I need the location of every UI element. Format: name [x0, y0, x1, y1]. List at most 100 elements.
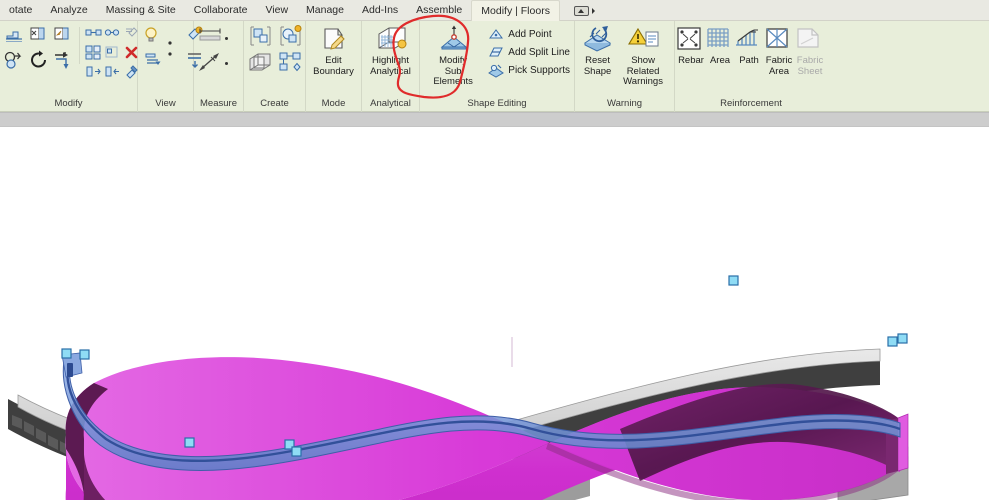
paste-icon[interactable]	[4, 25, 26, 47]
temporary-hide-isolate-icon[interactable]	[142, 49, 164, 71]
cut-icon[interactable]	[28, 25, 50, 47]
ribbon-panel-shape-editing: Modify Sub Elements Add Point Add Split …	[420, 21, 575, 112]
measure2-dropdown-dot	[225, 61, 228, 65]
grip-point	[728, 275, 739, 286]
ribbon-panel-view: View	[138, 21, 203, 112]
show-related-warnings-button[interactable]: Show Related Warnings	[616, 24, 670, 88]
revit-window: otate Analyze Massing & Site Collaborate Vie…	[0, 0, 989, 500]
ribbon-tab-collaborate[interactable]: Collaborate	[185, 1, 257, 21]
hide-element-icon[interactable]	[142, 25, 164, 47]
mirror-pick-axis-icon[interactable]	[85, 44, 102, 61]
measure-linear-icon[interactable]	[198, 27, 221, 49]
ribbon-tab-add-ins[interactable]: Add-Ins	[353, 1, 407, 21]
create-part-icon[interactable]	[248, 51, 274, 73]
view-separator-band	[0, 112, 989, 127]
ribbon-tab-manage[interactable]: Manage	[297, 1, 353, 21]
path-reinforcement-icon	[733, 25, 765, 55]
offset-icon[interactable]	[52, 49, 74, 71]
trim-icon[interactable]	[104, 63, 121, 80]
modify-sub-elements-label-1: Modify	[439, 55, 468, 66]
create-assembly-icon[interactable]	[278, 51, 304, 73]
rebar-button[interactable]: Rebar	[677, 24, 706, 67]
ribbon-panel-reinforcement: Rebar Area Path Fabric Area Fabric Sheet…	[675, 21, 827, 112]
split-icon[interactable]	[85, 63, 102, 80]
add-point-button[interactable]: Add Point	[488, 26, 570, 43]
add-split-line-icon	[488, 45, 504, 60]
panel-label-warning: Warning	[606, 98, 643, 109]
ribbon-tab-view[interactable]: View	[256, 1, 297, 21]
panel-label-shape-editing: Shape Editing	[467, 98, 527, 109]
add-point-label: Add Point	[508, 29, 552, 40]
panel-label-create: Create	[260, 98, 289, 109]
rebar-icon	[675, 25, 707, 55]
fabric-area-label-2: Area	[768, 65, 790, 77]
warning-triangle-icon	[627, 25, 659, 55]
highlight-analytical-label-1: Highlight	[372, 55, 409, 66]
ribbon-tab-bar: otate Analyze Massing & Site Collaborate Vie…	[0, 0, 989, 21]
fabric-sheet-label-1: Fabric	[796, 55, 824, 66]
add-split-line-label: Add Split Line	[508, 47, 570, 58]
copy-icon[interactable]	[52, 25, 74, 47]
fabric-area-button[interactable]: Fabric Area	[764, 24, 795, 77]
edit-boundary-label-1: Edit	[325, 55, 342, 66]
mirror-draw-axis-icon[interactable]	[104, 44, 121, 61]
ribbon-tab-analyze[interactable]: Analyze	[41, 1, 96, 21]
fabric-area-icon	[763, 25, 795, 55]
panel-label-mode: Mode	[321, 98, 346, 109]
fabric-sheet-label-2: Sheet	[797, 65, 823, 77]
reset-shape-label-1: Reset	[585, 55, 610, 66]
add-point-icon	[488, 27, 504, 42]
grip-point	[887, 336, 898, 347]
area-reinforcement-button[interactable]: Area	[706, 24, 735, 67]
ribbon-panel-measure: Measure	[194, 21, 244, 112]
grip-point	[61, 348, 72, 359]
shape-edit-left-marker	[67, 363, 73, 377]
ribbon-panel-create: Create	[244, 21, 306, 112]
rotate-icon[interactable]	[28, 49, 50, 71]
area-reinforcement-icon	[704, 25, 736, 55]
panel-label-measure: Measure	[200, 98, 237, 109]
reset-shape-label-2: Shape	[583, 65, 612, 77]
panel-label-modify: Modify	[54, 98, 83, 109]
fabric-sheet-button: Fabric Sheet	[795, 24, 826, 77]
ribbon-tab-modify-floors[interactable]: Modify | Floors	[471, 0, 560, 21]
chevron-down-icon[interactable]	[591, 7, 595, 14]
ribbon-display-options[interactable]	[573, 5, 595, 16]
hide-dropdown-dot[interactable]	[166, 38, 183, 47]
pick-supports-button[interactable]: Pick Supports	[488, 62, 570, 79]
create-similar-icon[interactable]	[248, 25, 274, 49]
reset-shape-button[interactable]: Reset Shape	[579, 24, 616, 77]
grip-point	[79, 349, 90, 360]
rebar-label: Rebar	[678, 55, 704, 66]
3d-model-view[interactable]	[0, 127, 989, 500]
pick-supports-label: Pick Supports	[508, 65, 570, 76]
align-icon[interactable]	[4, 49, 26, 71]
measure-dropdown-dot	[225, 36, 228, 40]
create-group-icon[interactable]	[278, 25, 304, 49]
ribbon-tab-otate[interactable]: otate	[0, 1, 41, 21]
linework-icon[interactable]	[104, 25, 121, 42]
modify-sub-elements-icon	[437, 25, 469, 55]
grip-point	[897, 333, 908, 344]
ribbon-tab-assemble[interactable]: Assemble	[407, 1, 471, 21]
ribbon-minimize-icon[interactable]	[573, 5, 589, 16]
edit-boundary-button[interactable]: Edit Boundary	[310, 24, 357, 77]
reset-shape-icon	[582, 25, 614, 55]
modify-sub-elements-button[interactable]: Modify Sub Elements	[424, 24, 482, 88]
add-split-line-button[interactable]: Add Split Line	[488, 44, 570, 61]
panel-label-view: View	[155, 98, 176, 109]
ribbon-panel-warning: Reset Shape Show Related Warnings Warnin…	[575, 21, 675, 112]
path-reinforcement-label: Path	[739, 55, 759, 66]
isolate-dropdown-dot[interactable]	[166, 49, 183, 58]
panel-label-reinforcement: Reinforcement	[720, 98, 782, 109]
ribbon-tab-massing-site[interactable]: Massing & Site	[97, 1, 185, 21]
highlight-analytical-button[interactable]: Highlight Analytical	[366, 24, 415, 77]
match-type-icon[interactable]	[85, 25, 102, 42]
measure-diagonal-icon[interactable]	[198, 52, 220, 74]
grip-point	[291, 446, 302, 457]
ribbon-panel-modify: Modify	[0, 21, 138, 112]
pick-supports-icon	[488, 63, 505, 78]
ribbon-tabs: otate Analyze Massing & Site Collaborate Vie…	[0, 0, 989, 21]
path-reinforcement-button[interactable]: Path	[735, 24, 764, 67]
highlight-analytical-label-2: Analytical	[370, 65, 411, 77]
